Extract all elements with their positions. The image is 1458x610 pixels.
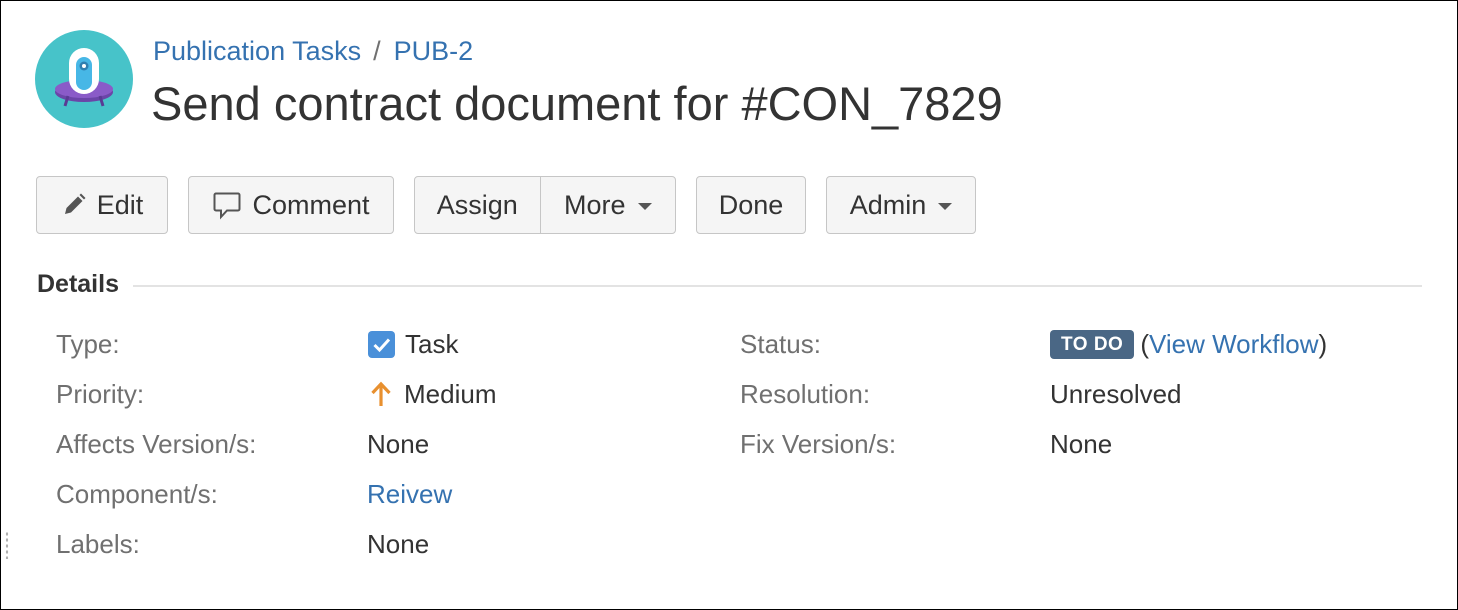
- type-value: Task: [368, 328, 458, 360]
- issue-title[interactable]: Send contract document for #CON_7829: [151, 75, 1003, 133]
- divider: [132, 284, 1422, 287]
- more-dropdown-button[interactable]: More: [539, 177, 675, 233]
- component-value: Reivew: [367, 478, 452, 510]
- status-value: TO DO ( View Workflow ): [1050, 328, 1327, 360]
- resolution-value: Unresolved: [1050, 379, 1182, 409]
- pencil-icon: [61, 192, 87, 218]
- task-checkbox-icon: [368, 330, 395, 358]
- assign-button[interactable]: Assign: [415, 177, 540, 233]
- done-button[interactable]: Done: [696, 176, 806, 234]
- affects-version-label: Affects Version/s:: [56, 429, 257, 459]
- resolution-label: Resolution:: [740, 379, 871, 409]
- type-value-text: Task: [405, 329, 459, 359]
- component-label: Component/s:: [56, 479, 218, 509]
- priority-value: Medium: [368, 378, 496, 410]
- details-section-header: Details: [37, 270, 1422, 299]
- edit-button[interactable]: Edit: [36, 176, 168, 234]
- status-label: Status:: [740, 329, 821, 359]
- resize-handle[interactable]: [5, 531, 9, 559]
- arrow-up-icon: [368, 380, 394, 408]
- admin-dropdown-button[interactable]: Admin: [826, 176, 976, 234]
- fix-version-label: Fix Version/s:: [740, 429, 897, 459]
- labels-label: Labels:: [56, 529, 140, 559]
- component-link[interactable]: Reivew: [367, 478, 452, 510]
- affects-version-value: None: [367, 429, 430, 459]
- view-workflow-link[interactable]: View Workflow: [1149, 328, 1319, 360]
- assign-more-button-group: Assign More: [414, 176, 676, 234]
- type-label: Type:: [56, 329, 120, 359]
- admin-button-label: Admin: [849, 189, 927, 220]
- assign-button-label: Assign: [436, 189, 518, 220]
- project-avatar-icon[interactable]: [35, 30, 133, 128]
- status-badge: TO DO: [1050, 329, 1135, 359]
- issue-view: Publication Tasks / PUB-2 Send contract do…: [0, 0, 1458, 610]
- breadcrumb-issue-key-link[interactable]: PUB-2: [394, 36, 474, 66]
- breadcrumb: Publication Tasks / PUB-2: [153, 34, 473, 68]
- workflow-close-paren: ): [1318, 329, 1328, 359]
- labels-value: None: [367, 529, 430, 559]
- comment-button-label: Comment: [252, 189, 370, 220]
- comment-button[interactable]: Comment: [188, 176, 394, 234]
- done-button-label: Done: [718, 189, 784, 220]
- fix-version-value: None: [1050, 429, 1113, 459]
- priority-value-text: Medium: [404, 379, 497, 409]
- comment-icon: [212, 190, 242, 220]
- chevron-down-icon: [637, 202, 652, 210]
- breadcrumb-project-link[interactable]: Publication Tasks: [153, 36, 361, 66]
- workflow-open-paren: (: [1140, 329, 1149, 359]
- more-button-label: More: [564, 189, 626, 220]
- details-heading[interactable]: Details: [37, 270, 119, 299]
- edit-button-label: Edit: [96, 189, 144, 220]
- breadcrumb-separator: /: [373, 36, 381, 66]
- chevron-down-icon: [938, 202, 953, 210]
- priority-label: Priority:: [56, 379, 145, 409]
